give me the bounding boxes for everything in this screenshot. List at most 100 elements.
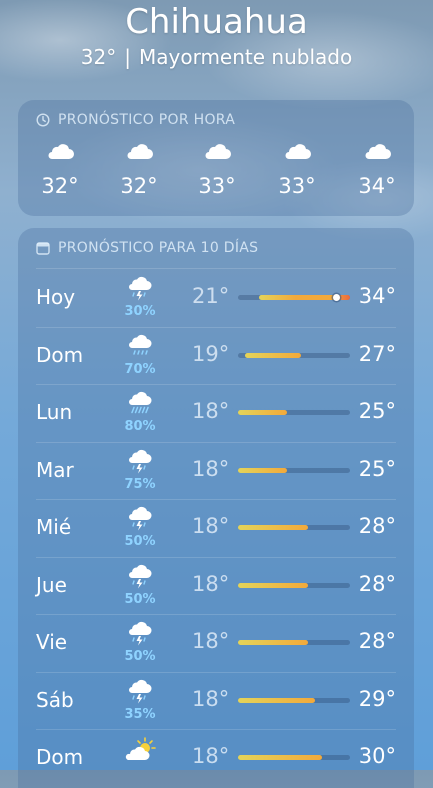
temperature-range-fill: [238, 582, 308, 588]
day-label: Jue: [36, 572, 67, 597]
temperature-range-bar: [238, 755, 350, 760]
temperature-range-bar: [238, 640, 350, 645]
low-temperature: 18°: [192, 399, 230, 423]
high-temperature: 28°: [358, 571, 396, 596]
precip-chance: 80%: [124, 419, 156, 434]
clock-icon: [36, 113, 50, 127]
hourly-forecast-header: PRONÓSTICO POR HORA: [18, 100, 414, 128]
day-label: Hoy: [36, 285, 76, 309]
temperature-range-fill: [238, 697, 315, 703]
precip-chance: 50%: [124, 649, 156, 664]
cloud-icon: [30, 140, 90, 164]
temperature-range-fill: [245, 352, 301, 358]
high-temperature: 28°: [358, 514, 396, 538]
day-label: Mar: [36, 457, 74, 482]
temperature-range-bar: [238, 582, 350, 588]
day-row[interactable]: Mié 50% 18° 28°: [36, 500, 396, 558]
daily-list: Hoy 30% 21° 34° Dom 70% 19° 27° Lun 80% 18° 25° Mar 7…: [18, 270, 414, 787]
rain-icon: [120, 334, 160, 360]
thunderstorm-icon: [120, 276, 160, 302]
thunderstorm-icon: [120, 621, 160, 647]
day-row[interactable]: Dom 18° 30°: [36, 730, 396, 787]
day-label: Dom: [36, 745, 84, 769]
summary-separator: |: [124, 45, 131, 69]
partly-sunny-icon: [120, 736, 160, 762]
calendar-icon: [36, 242, 50, 255]
day-label: Lun: [36, 400, 73, 424]
hour-temperature: 32°: [120, 174, 158, 198]
current-temperature: 32°: [80, 45, 117, 69]
temperature-range-fill: [238, 410, 287, 415]
thunderstorm-icon: [120, 564, 160, 590]
location-header: Chihuahua 32° | Mayormente nublado: [0, 0, 433, 70]
precip-chance: 35%: [124, 706, 156, 722]
temperature-range-bar: [238, 467, 350, 473]
hour-item: 33°: [187, 140, 247, 198]
temperature-range-fill: [238, 755, 322, 760]
temperature-range-bar: [238, 410, 350, 415]
cloud-icon: [109, 140, 169, 164]
day-label: Dom: [36, 342, 84, 367]
low-temperature: 18°: [192, 571, 230, 596]
cloud-icon: [187, 140, 247, 164]
low-temperature: 21°: [192, 284, 230, 308]
day-row[interactable]: Jue 50% 18° 28°: [36, 558, 396, 615]
hour-temperature: 32°: [41, 174, 79, 198]
high-temperature: 28°: [358, 629, 396, 653]
day-row[interactable]: Dom 70% 19° 27°: [36, 328, 396, 385]
current-condition: Mayormente nublado: [138, 45, 353, 69]
day-label: Vie: [36, 630, 68, 654]
temperature-range-fill: [238, 640, 308, 645]
thunderstorm-icon: [120, 679, 160, 705]
cloud-icon: [267, 140, 327, 164]
temperature-range-fill: [238, 467, 287, 473]
low-temperature: 18°: [192, 629, 230, 653]
temperature-range-fill: [238, 525, 308, 530]
city-name: Chihuahua: [125, 2, 308, 42]
cloud-icon: [347, 140, 407, 164]
low-temperature: 18°: [192, 456, 230, 481]
hour-temperature: 34°: [358, 174, 396, 198]
day-label: Mié: [36, 515, 72, 539]
daily-forecast-header: PRONÓSTICO PARA 10 DÍAS: [18, 228, 414, 256]
heavy-rain-icon: [120, 391, 160, 417]
day-label: Sáb: [36, 687, 74, 712]
precip-chance: 50%: [124, 591, 156, 607]
precip-chance: 30%: [124, 304, 156, 319]
hourly-list: 32° 32° 33° 33° 34°: [18, 140, 414, 210]
hour-item: 32°: [30, 140, 90, 198]
temperature-range-bar: [238, 525, 350, 530]
daily-forecast-card[interactable]: PRONÓSTICO PARA 10 DÍAS Hoy 30% 21° 34° Dom 7…: [18, 228, 414, 788]
hourly-forecast-title: PRONÓSTICO POR HORA: [58, 112, 236, 128]
precip-chance: 50%: [124, 534, 156, 549]
high-temperature: 27°: [358, 341, 396, 366]
hour-item: 34°: [347, 140, 407, 198]
day-row[interactable]: Sáb 35% 18° 29°: [36, 673, 396, 730]
hour-temperature: 33°: [278, 174, 316, 198]
precip-chance: 75%: [124, 476, 156, 492]
day-row[interactable]: Mar 75% 18° 25°: [36, 443, 396, 500]
day-row[interactable]: Hoy 30% 21° 34°: [36, 270, 396, 328]
temperature-range-bar: [238, 697, 350, 703]
high-temperature: 30°: [358, 744, 396, 768]
current-temp-dot: [332, 294, 340, 301]
day-row[interactable]: Lun 80% 18° 25°: [36, 385, 396, 443]
thunderstorm-icon: [120, 506, 160, 532]
thunderstorm-icon: [120, 449, 160, 475]
high-temperature: 29°: [358, 686, 396, 711]
day-row[interactable]: Vie 50% 18° 28°: [36, 615, 396, 673]
low-temperature: 18°: [192, 686, 230, 711]
low-temperature: 19°: [192, 341, 230, 366]
divider: [36, 268, 396, 269]
temperature-range-bar: [238, 352, 350, 358]
temperature-range-bar: [238, 294, 350, 301]
high-temperature: 25°: [358, 399, 396, 423]
low-temperature: 18°: [192, 514, 230, 538]
hour-temperature: 33°: [198, 174, 236, 198]
daily-forecast-title: PRONÓSTICO PARA 10 DÍAS: [58, 240, 259, 256]
high-temperature: 34°: [358, 284, 396, 308]
current-summary: 32° | Mayormente nublado: [0, 44, 433, 70]
precip-chance: 70%: [124, 361, 156, 377]
hourly-forecast-card[interactable]: PRONÓSTICO POR HORA 32° 32° 33° 33° 34°: [18, 100, 414, 216]
hour-item: 33°: [267, 140, 327, 198]
